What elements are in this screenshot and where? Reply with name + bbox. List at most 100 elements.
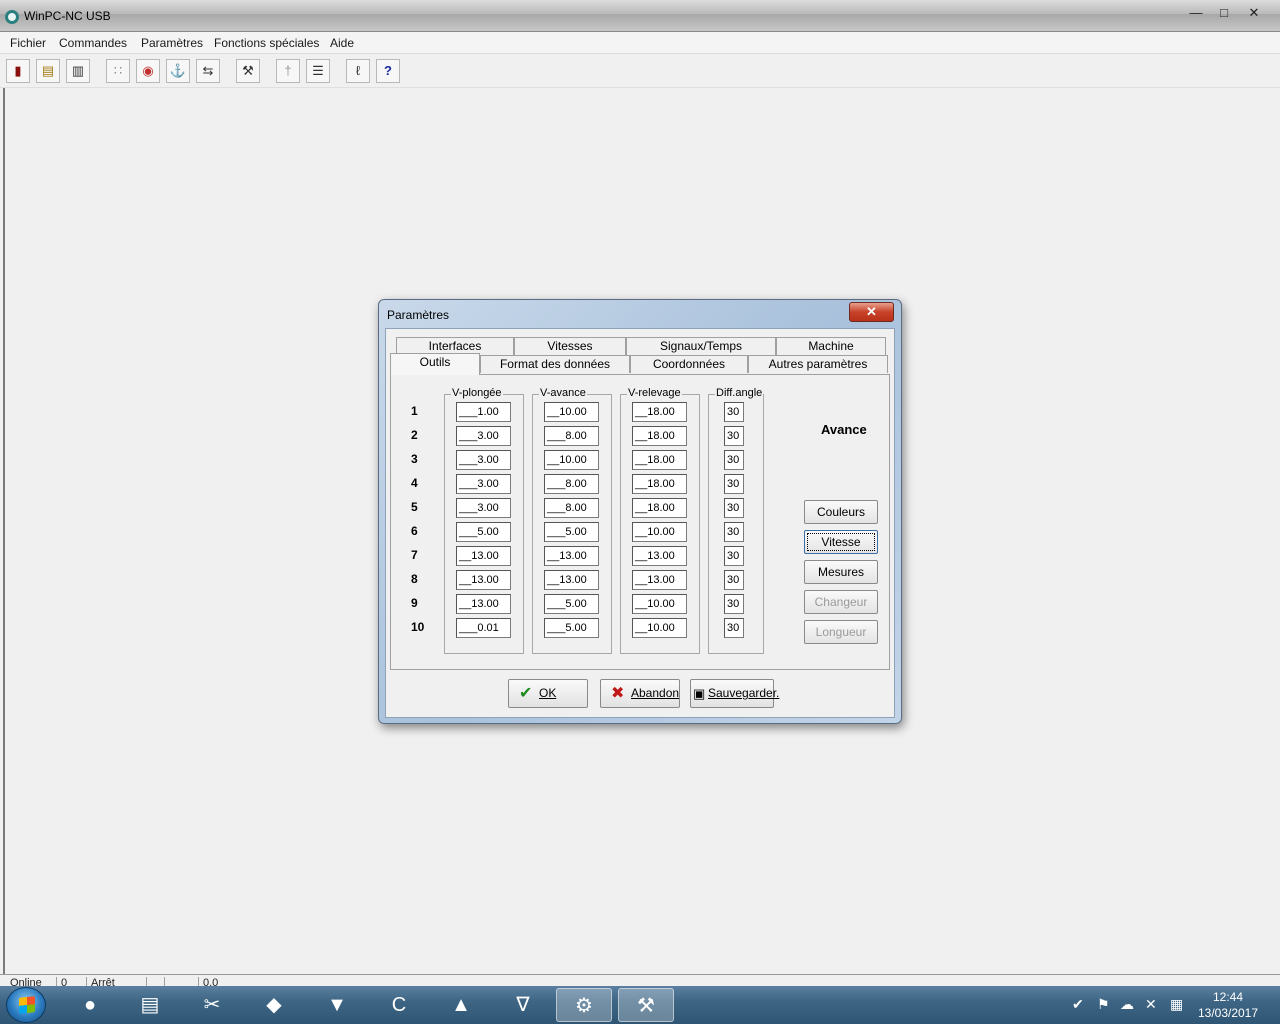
v-relevage-field[interactable]: __18.00 <box>632 402 687 422</box>
menu-parametres[interactable]: Paramètres <box>141 36 203 50</box>
diff-angle-field[interactable]: 30 <box>724 594 744 614</box>
v-relevage-field[interactable]: __18.00 <box>632 498 687 518</box>
diff-angle-field[interactable]: 30 <box>724 618 744 638</box>
tab-format-des-donnees[interactable]: Format des données <box>480 355 630 373</box>
v-avance-field[interactable]: ___8.00 <box>544 498 599 518</box>
v-relevage-field[interactable]: __10.00 <box>632 522 687 542</box>
v-relevage-field[interactable]: __18.00 <box>632 450 687 470</box>
v-avance-field[interactable]: ___8.00 <box>544 474 599 494</box>
v-avance-field[interactable]: __10.00 <box>544 450 599 470</box>
v-relevage-header: V-relevage <box>627 387 682 399</box>
tray-volume-muted-icon[interactable]: ✕ <box>1145 996 1157 1013</box>
v-relevage-field[interactable]: __13.00 <box>632 546 687 566</box>
app-cut-icon[interactable]: ✂ <box>184 988 240 1022</box>
menu-fichier[interactable]: Fichier <box>10 36 46 50</box>
abandon-button[interactable]: ✖ Abandon <box>600 679 680 708</box>
tab-machine[interactable]: Machine <box>776 337 886 355</box>
couleurs-button[interactable]: Couleurs <box>804 500 878 524</box>
ok-button[interactable]: ✔ OK <box>508 679 588 708</box>
v-relevage-field[interactable]: __10.00 <box>632 618 687 638</box>
tab-coordonnees[interactable]: Coordonnées <box>630 355 748 373</box>
anchor-icon[interactable]: ⚓ <box>166 59 190 83</box>
diff-angle-field[interactable]: 30 <box>724 522 744 542</box>
v-relevage-field[interactable]: __18.00 <box>632 426 687 446</box>
inkscape-icon[interactable]: ◆ <box>246 988 302 1022</box>
document-icon[interactable]: ▥ <box>66 59 90 83</box>
v-plongee-field[interactable]: ___1.00 <box>456 402 511 422</box>
outils-panel: V-plongée V-avance V-relevage Diff.angle… <box>390 374 890 670</box>
chrome-icon[interactable]: ● <box>62 988 118 1022</box>
v-avance-field[interactable]: ___5.00 <box>544 618 599 638</box>
status-mode: Online <box>10 977 42 986</box>
v-plongee-field[interactable]: ___3.00 <box>456 474 511 494</box>
v-plongee-field[interactable]: ___3.00 <box>456 450 511 470</box>
tray-network-icon[interactable]: ▦ <box>1170 996 1183 1013</box>
app-v-icon[interactable]: ∇ <box>495 988 551 1022</box>
list-icon[interactable]: ☰ <box>306 59 330 83</box>
minimize-button[interactable]: — <box>1182 4 1210 24</box>
v-plongee-field[interactable]: ___0.01 <box>456 618 511 638</box>
longueur-button[interactable]: Longueur <box>804 620 878 644</box>
maximize-button[interactable]: □ <box>1210 4 1238 24</box>
v-relevage-field[interactable]: __13.00 <box>632 570 687 590</box>
app-arrow-icon[interactable]: ▼ <box>309 988 365 1022</box>
v-avance-field[interactable]: __10.00 <box>544 402 599 422</box>
tab-outils[interactable]: Outils <box>390 353 480 375</box>
help-icon[interactable]: ? <box>376 59 400 83</box>
arrows-icon[interactable]: ⇆ <box>196 59 220 83</box>
diff-angle-field[interactable]: 30 <box>724 546 744 566</box>
tray-cloud-icon[interactable]: ☁ <box>1120 996 1134 1013</box>
vitesse-button[interactable]: Vitesse <box>804 530 878 554</box>
v-avance-field[interactable]: __13.00 <box>544 546 599 566</box>
v-plongee-field[interactable]: ___3.00 <box>456 498 511 518</box>
changeur-button[interactable]: Changeur <box>804 590 878 614</box>
sauvegarder-button[interactable]: ▣ Sauvegarder. <box>690 679 779 708</box>
explorer-folder-icon[interactable]: ▤ <box>122 988 178 1022</box>
tab-autres-parametres[interactable]: Autres paramètres <box>748 355 888 373</box>
v-avance-field[interactable]: ___8.00 <box>544 426 599 446</box>
tray-shield-icon[interactable]: ✔ <box>1072 996 1084 1013</box>
mesures-button[interactable]: Mesures <box>804 560 878 584</box>
close-window-button[interactable]: ✕ <box>1240 4 1268 24</box>
diff-angle-field[interactable]: 30 <box>724 498 744 518</box>
dialog-close-button[interactable]: ✕ <box>849 302 894 322</box>
menu-fonctions-speciales[interactable]: Fonctions spéciales <box>214 36 319 50</box>
v-relevage-field[interactable]: __10.00 <box>632 594 687 614</box>
menu-commandes[interactable]: Commandes <box>59 36 127 50</box>
ok-label: OK <box>539 686 557 700</box>
color-wheel-icon[interactable]: ◉ <box>136 59 160 83</box>
v-avance-field[interactable]: __13.00 <box>544 570 599 590</box>
start-button[interactable] <box>6 987 46 1023</box>
clock-date[interactable]: 13/03/2017 <box>1196 1006 1260 1020</box>
diff-angle-field[interactable]: 30 <box>724 402 744 422</box>
parametres-dialog: Paramètres ✕ Interfaces Vitesses Signaux… <box>378 299 902 724</box>
tool-row-number: 8 <box>411 572 418 586</box>
app-tool-icon[interactable]: ⚒ <box>618 988 674 1022</box>
tray-flag-icon[interactable]: ⚑ <box>1097 996 1110 1013</box>
app-triangle-icon[interactable]: ▲ <box>433 988 489 1022</box>
diff-angle-field[interactable]: 30 <box>724 570 744 590</box>
menu-aide[interactable]: Aide <box>330 36 354 50</box>
tab-signaux-temps[interactable]: Signaux/Temps <box>626 337 776 355</box>
v-plongee-field[interactable]: ___3.00 <box>456 426 511 446</box>
link-icon[interactable]: ℓ <box>346 59 370 83</box>
winpc-nc-icon[interactable]: ⚙ <box>556 988 612 1022</box>
diff-angle-field[interactable]: 30 <box>724 474 744 494</box>
tools-icon[interactable]: ⚒ <box>236 59 260 83</box>
v-plongee-field[interactable]: __13.00 <box>456 594 511 614</box>
v-avance-field[interactable]: ___5.00 <box>544 522 599 542</box>
dots-grid-icon[interactable]: ∷ <box>106 59 130 83</box>
v-avance-field[interactable]: ___5.00 <box>544 594 599 614</box>
v-plongee-field[interactable]: __13.00 <box>456 570 511 590</box>
open-folder-icon[interactable]: ▤ <box>36 59 60 83</box>
clock-time[interactable]: 12:44 <box>1200 990 1256 1004</box>
v-plongee-field[interactable]: ___5.00 <box>456 522 511 542</box>
diff-angle-field[interactable]: 30 <box>724 450 744 470</box>
diff-angle-field[interactable]: 30 <box>724 426 744 446</box>
v-relevage-field[interactable]: __18.00 <box>632 474 687 494</box>
exit-icon[interactable]: ▮ <box>6 59 30 83</box>
tab-vitesses[interactable]: Vitesses <box>514 337 626 355</box>
probe-icon[interactable]: † <box>276 59 300 83</box>
v-plongee-field[interactable]: __13.00 <box>456 546 511 566</box>
app-c-icon[interactable]: C <box>371 988 427 1022</box>
